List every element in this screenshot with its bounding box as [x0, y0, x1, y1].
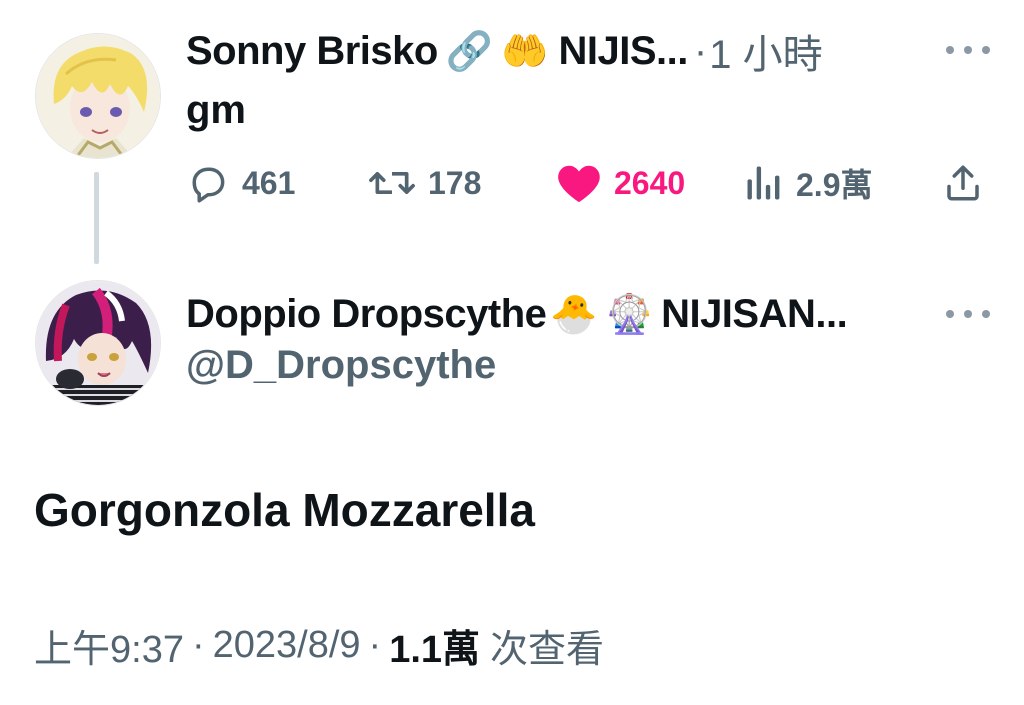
more-dot-icon: [946, 46, 954, 54]
reply-icon: [192, 167, 225, 203]
tweet2-display-name[interactable]: Doppio Dropscythe: [186, 292, 547, 337]
avatar-image: [36, 281, 160, 405]
tweet1-separator: ·: [693, 28, 708, 73]
footer-separator: ·: [368, 624, 382, 666]
tweet2-text: Gorgonzola Mozzarella: [34, 484, 535, 536]
tweet1-more-button[interactable]: [946, 43, 990, 57]
tweet1-name-suffix[interactable]: NIJIS...: [559, 29, 689, 74]
thread-connector-line: [94, 172, 99, 264]
avatar-image: [36, 34, 160, 158]
more-dot-icon: [964, 46, 972, 54]
hatching-chick-emoji-icon: 🐣: [550, 292, 598, 336]
footer-separator: ·: [191, 624, 205, 666]
like-count: 2640: [614, 164, 686, 201]
views-label: 次查看: [490, 629, 605, 671]
share-icon: [947, 165, 979, 201]
like-button[interactable]: 2640: [556, 158, 685, 208]
more-dot-icon: [982, 310, 990, 318]
tweet1-action-bar: 461 178 2640 2.9萬: [186, 158, 986, 208]
link-emoji-icon: 🔗: [445, 29, 494, 73]
retweet-count: 178: [428, 164, 482, 201]
tweet2-footer: 上午9:37 · 2023/8/9 · 1.1萬 次查看: [34, 618, 604, 673]
more-dot-icon: [982, 46, 990, 54]
avatar-doppio-dropscythe[interactable]: [35, 280, 161, 406]
tweet2-name-suffix[interactable]: NIJISAN...: [661, 292, 848, 337]
tweet1-display-name[interactable]: Sonny Brisko: [186, 29, 438, 74]
share-button[interactable]: [942, 158, 984, 208]
tweet2-more-button[interactable]: [946, 307, 990, 321]
reply-count: 461: [242, 164, 296, 201]
tweet-time[interactable]: 上午9:37: [34, 618, 184, 673]
like-icon: [558, 165, 600, 203]
tweet1-header: Sonny Brisko 🔗 🤲 NIJIS... · 1 小時: [186, 26, 823, 78]
tweet2-handle[interactable]: @D_Dropscythe: [186, 343, 496, 388]
reply-button[interactable]: 461: [186, 158, 295, 208]
retweet-button[interactable]: 178: [368, 158, 481, 208]
views-icon: [747, 166, 780, 200]
more-dot-icon: [946, 310, 954, 318]
avatar-sonny-brisko[interactable]: [35, 33, 161, 159]
more-dot-icon: [964, 310, 972, 318]
tweet1-text: gm: [186, 88, 246, 132]
tweet2-header: Doppio Dropscythe 🐣 🎡 NIJISAN...: [186, 288, 848, 340]
ferris-wheel-emoji-icon: 🎡: [605, 292, 654, 336]
views-count: 2.9萬: [796, 167, 873, 203]
views-button[interactable]: 2.9萬: [744, 158, 873, 208]
palms-up-emoji-icon: 🤲: [501, 29, 549, 73]
views-total: 1.1萬: [389, 629, 481, 671]
retweet-icon: [369, 172, 415, 194]
tweet1-time-ago[interactable]: 1 小時: [709, 22, 822, 80]
tweet-date[interactable]: 2023/8/9: [213, 624, 361, 667]
